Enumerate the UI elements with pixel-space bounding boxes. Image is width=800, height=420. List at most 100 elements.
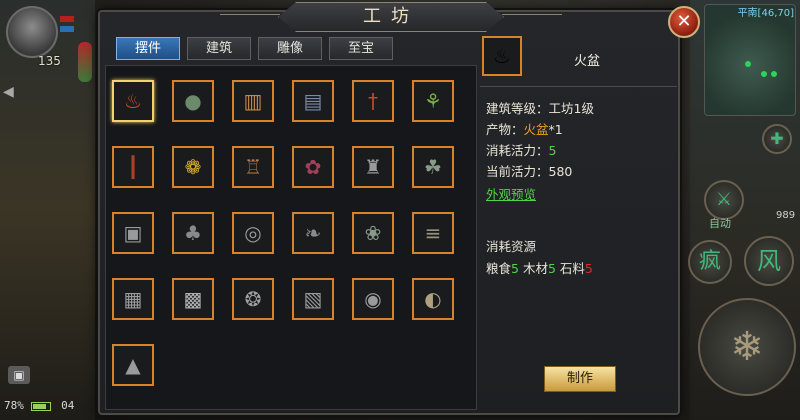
lantern-post-icon: † — [368, 89, 378, 113]
hanging-ornament-icon — [78, 42, 92, 82]
table-icon: ▦ — [123, 287, 143, 311]
current-stamina-label: 当前活力： — [486, 164, 549, 179]
shrub-icon: ❂ — [244, 287, 262, 311]
auto-button[interactable]: 自动 — [700, 214, 740, 238]
bonsai-icon: ❀ — [364, 221, 382, 245]
item-slot[interactable]: ♖ — [232, 146, 274, 188]
product-qty: *1 — [548, 122, 563, 137]
well-icon: ◎ — [244, 221, 262, 245]
logs-icon: ≡ — [424, 221, 442, 245]
item-slot[interactable]: ▧ — [292, 278, 334, 320]
item-slot[interactable]: ☘ — [412, 146, 454, 188]
resource-wood-label: 木材 — [522, 261, 548, 276]
battery-icon — [30, 401, 51, 411]
item-slot[interactable]: ✿ — [292, 146, 334, 188]
item-slot[interactable]: † — [352, 80, 394, 122]
mp-bar — [60, 26, 74, 32]
product-value: 火盆 — [523, 122, 549, 137]
item-slot[interactable]: ▣ — [112, 212, 154, 254]
tab-bar: 摆件 建筑 雕像 至宝 — [116, 37, 393, 60]
item-slot[interactable]: ≡ — [412, 212, 454, 254]
item-slot[interactable]: ❁ — [172, 146, 214, 188]
resource-stone-label: 石料 — [559, 261, 585, 276]
item-name: 火盆 — [573, 54, 600, 69]
clock: 04 — [61, 399, 75, 412]
dialog-title: 工坊 — [363, 6, 419, 27]
jar-icon: ● — [184, 89, 202, 113]
barrels-icon: ▤ — [303, 89, 323, 113]
dead-tree-icon: ❧ — [304, 221, 322, 245]
skill-button-1[interactable]: 疯 — [688, 240, 732, 284]
detail-panel: ♨ 火盆 建筑等级：工坊1级 产物：火盆*1 消耗活力：5 当前活力：580 外… — [480, 32, 677, 410]
tab-decorations[interactable]: 摆件 — [116, 37, 180, 60]
item-slot[interactable]: ┃ — [112, 146, 154, 188]
item-slot[interactable]: ◉ — [352, 278, 394, 320]
item-slot[interactable]: ❀ — [352, 212, 394, 254]
item-grid: ♨ ● ▥ ▤ † ⚘ ┃ ❁ ♖ ✿ ♜ ☘ ▣ ♣ ◎ ❧ ❀ ≡ ▦ ▩ ❂ ▧ ◉ ◐ ▲ — [112, 80, 454, 386]
item-slot[interactable]: ⚘ — [412, 80, 454, 122]
pine-tree-icon: ♣ — [184, 221, 202, 245]
brazier-icon: ♨ — [482, 36, 522, 76]
fan-attack-icon[interactable]: ❄ — [698, 298, 796, 396]
title-ornament — [220, 14, 280, 15]
divider — [480, 86, 677, 87]
pagoda-icon: ♜ — [364, 155, 382, 179]
item-slot[interactable]: ▩ — [172, 278, 214, 320]
item-slot[interactable]: ♨ — [112, 80, 154, 122]
map-marker — [761, 71, 767, 77]
make-button[interactable]: 制作 — [544, 366, 616, 392]
building-level-label: 建筑等级： — [486, 101, 549, 116]
map-location: 平南[46,70] — [737, 8, 794, 19]
tab-treasures[interactable]: 至宝 — [329, 37, 393, 60]
stone-lantern-icon: ♖ — [244, 155, 262, 179]
stamina-cost-value: 5 — [548, 143, 557, 158]
player-avatar[interactable] — [6, 6, 58, 58]
current-stamina-value: 580 — [548, 164, 573, 179]
item-slot[interactable]: ● — [172, 80, 214, 122]
minimap[interactable] — [704, 4, 796, 116]
item-slot[interactable]: ♣ — [172, 212, 214, 254]
stamina-cost-row: 消耗活力：5 — [486, 140, 676, 161]
target-icon[interactable]: ✚ — [762, 124, 792, 154]
box-icon: ▣ — [123, 221, 143, 245]
item-slot[interactable]: ▥ — [232, 80, 274, 122]
close-button[interactable]: ✕ — [668, 6, 700, 38]
item-grid-panel: ♨ ● ▥ ▤ † ⚘ ┃ ❁ ♖ ✿ ♜ ☘ ▣ ♣ ◎ ❧ ❀ ≡ ▦ ▩ ❂ ▧ ◉ ◐ ▲ — [105, 65, 477, 410]
bamboo-icon: ⚘ — [424, 89, 442, 113]
resource-food-value: 5 — [511, 261, 519, 276]
player-level: 135 — [38, 54, 61, 68]
cage-lantern-icon: ▩ — [183, 287, 203, 311]
item-slot[interactable]: ▦ — [112, 278, 154, 320]
item-slot[interactable]: ◐ — [412, 278, 454, 320]
palm-tree-icon: ☘ — [424, 155, 442, 179]
plum-tree-icon: ✿ — [304, 155, 322, 179]
resources-title: 消耗资源 — [486, 239, 537, 254]
item-slot[interactable]: ▤ — [292, 80, 334, 122]
current-stamina-row: 当前活力：580 — [486, 161, 676, 182]
building-level-value: 工坊1级 — [548, 101, 594, 116]
drum-rack-icon: ◐ — [424, 287, 442, 311]
preview-row: 外观预览 — [486, 184, 676, 205]
tab-statues[interactable]: 雕像 — [258, 37, 322, 60]
item-slot[interactable]: ▲ — [112, 344, 154, 386]
expand-arrow-icon[interactable]: ◀ — [3, 84, 14, 100]
skill-button-2[interactable]: 风 — [744, 236, 794, 286]
tab-buildings[interactable]: 建筑 — [187, 37, 251, 60]
resource-food-label: 粮食 — [486, 261, 512, 276]
status-bar: 78% 04 — [4, 399, 74, 412]
hp-bar — [60, 16, 74, 22]
resource-stone-value: 5 — [584, 261, 593, 276]
potion-count: 989 — [776, 210, 796, 221]
item-slot[interactable]: ❂ — [232, 278, 274, 320]
resources-row: 粮食5 木材5 石料5 — [486, 258, 593, 277]
item-info: 建筑等级：工坊1级 产物：火盆*1 消耗活力：5 当前活力：580 外观预览 — [486, 98, 676, 205]
stone-well-icon: ◉ — [364, 287, 382, 311]
pillar-icon: ┃ — [126, 155, 140, 179]
item-slot[interactable]: ◎ — [232, 212, 274, 254]
item-slot[interactable]: ❧ — [292, 212, 334, 254]
brazier-icon: ♨ — [124, 89, 142, 113]
camera-icon[interactable]: ▣ — [8, 366, 30, 384]
yellow-tree-icon: ❁ — [184, 155, 202, 179]
item-slot[interactable]: ♜ — [352, 146, 394, 188]
appearance-preview-link[interactable]: 外观预览 — [486, 187, 536, 202]
